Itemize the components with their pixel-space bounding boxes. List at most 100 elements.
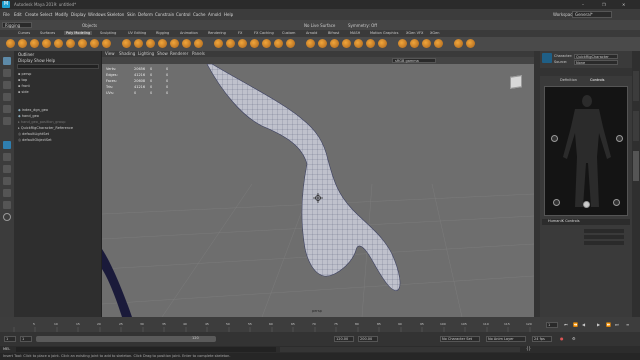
combine-icon[interactable] xyxy=(122,39,131,48)
shelf-tab-custom[interactable]: Custom xyxy=(282,31,295,35)
search-icon[interactable] xyxy=(3,213,11,221)
bridge-icon[interactable] xyxy=(226,39,235,48)
hik-slider[interactable] xyxy=(584,229,624,233)
command-language-label[interactable]: MEL xyxy=(3,347,10,352)
viewport-menu-show[interactable]: Show xyxy=(157,51,168,56)
shelf-tab-sculpting[interactable]: Sculpting xyxy=(100,31,116,35)
separate-icon[interactable] xyxy=(134,39,143,48)
insert-edge-loop-icon[interactable] xyxy=(318,39,327,48)
outliner-item-default-light-set[interactable]: ◎ defaultLightSet xyxy=(18,132,49,137)
menu-display[interactable]: Display xyxy=(71,12,86,17)
append-polygon-icon[interactable] xyxy=(250,39,259,48)
menu-cache[interactable]: Cache xyxy=(193,12,205,17)
hand-mesh[interactable] xyxy=(206,64,401,291)
shelf-tab-rigging[interactable]: Rigging xyxy=(156,31,169,35)
menu-edit[interactable]: Edit xyxy=(14,12,22,17)
live-surface-label[interactable]: No Live Surface xyxy=(304,23,335,28)
hik-hips-button[interactable] xyxy=(583,201,590,208)
shelf-tab-curves[interactable]: Curves xyxy=(18,31,30,35)
source-dropdown[interactable]: None xyxy=(574,60,618,65)
scale-tool-icon[interactable] xyxy=(3,117,11,125)
move-tool-icon[interactable] xyxy=(3,93,11,101)
minimize-button[interactable]: – xyxy=(582,2,584,7)
outliner-menu-display[interactable]: Display xyxy=(18,58,33,63)
shelf-tab-xgen-vfx[interactable]: XGen VFX xyxy=(406,31,423,35)
outliner-item-quickrig-reference[interactable]: ▸ QuickRigCharacter_Reference xyxy=(18,126,73,131)
side-tab-channel-box[interactable] xyxy=(633,71,639,101)
side-tab-attribute-editor[interactable] xyxy=(633,111,639,141)
current-frame-field[interactable]: 1 xyxy=(546,322,558,328)
objects-label[interactable]: Objects xyxy=(82,23,97,28)
menu-help[interactable]: Help xyxy=(224,12,233,17)
max-frame-field[interactable]: 200.00 xyxy=(358,336,378,342)
shelf-tab-xgen[interactable]: XGen xyxy=(430,31,439,35)
poly-cone-icon[interactable] xyxy=(42,39,51,48)
outliner-item-persp[interactable]: ▪ persp xyxy=(18,72,31,77)
mirror-icon[interactable] xyxy=(194,39,203,48)
poly-cube-icon[interactable] xyxy=(18,39,27,48)
menu-arnold[interactable]: Arnold xyxy=(208,12,221,17)
slide-edge-icon[interactable] xyxy=(354,39,363,48)
poly-sphere-icon[interactable] xyxy=(6,39,15,48)
anim-layer-dropdown[interactable]: No Anim Layer xyxy=(486,336,526,342)
boolean-diff-icon[interactable] xyxy=(170,39,179,48)
go-to-end-icon[interactable]: ⏭ xyxy=(615,322,619,327)
poke-icon[interactable] xyxy=(366,39,375,48)
shelf-tab-bifrost[interactable]: Bifrost xyxy=(328,31,339,35)
poly-torus-icon[interactable] xyxy=(54,39,63,48)
humanik-controls-header[interactable]: HumanIK Controls xyxy=(542,219,630,225)
view-cube[interactable] xyxy=(510,75,522,89)
viewport-menu-panels[interactable]: Panels xyxy=(192,51,205,56)
wedge-icon[interactable] xyxy=(378,39,387,48)
anim-prefs-icon[interactable]: ⚙ xyxy=(572,336,576,341)
four-view-layout-icon[interactable] xyxy=(3,153,11,161)
character-figure-panel[interactable] xyxy=(544,86,628,216)
dark-object[interactable] xyxy=(102,249,132,317)
command-input[interactable] xyxy=(16,347,276,352)
mode-dropdown[interactable]: Rigging xyxy=(2,22,32,28)
shelf-tab-motion-graphics[interactable]: Motion Graphics xyxy=(370,31,398,35)
collapse-icon[interactable] xyxy=(286,39,295,48)
lasso-tool-icon[interactable] xyxy=(3,69,11,77)
planar-map-icon[interactable] xyxy=(466,39,475,48)
hik-foot-left-button[interactable] xyxy=(553,199,560,206)
merge-icon[interactable] xyxy=(274,39,283,48)
character-dropdown[interactable]: QuickRigCharacter xyxy=(574,54,618,59)
hik-left-effector-button[interactable] xyxy=(551,135,558,142)
menu-deform[interactable]: Deform xyxy=(138,12,153,17)
boolean-intersect-icon[interactable] xyxy=(182,39,191,48)
go-to-start-icon[interactable]: ⏮ xyxy=(564,322,568,327)
fill-hole-icon[interactable] xyxy=(262,39,271,48)
outliner-search-input[interactable] xyxy=(17,64,99,69)
step-back-icon[interactable]: ◀ xyxy=(582,322,585,327)
hik-foot-right-button[interactable] xyxy=(613,199,620,206)
menu-skeleton[interactable]: Skeleton xyxy=(107,12,124,17)
outliner-item-index-geo[interactable]: ◆ index_dgn_geo xyxy=(18,108,48,113)
select-tool-icon[interactable] xyxy=(3,57,11,65)
script-editor-icon[interactable]: {} xyxy=(526,346,531,351)
bevel-icon[interactable] xyxy=(238,39,247,48)
viewport-panel[interactable]: View Shading Lighting Show Renderer Pane… xyxy=(102,51,534,317)
close-button[interactable]: ✕ xyxy=(622,2,625,7)
poly-cylinder-icon[interactable] xyxy=(30,39,39,48)
step-back-key-icon[interactable]: ⏪ xyxy=(573,322,578,327)
outliner-layout-icon[interactable] xyxy=(3,201,11,209)
tab-definition[interactable]: Definition xyxy=(560,78,577,83)
rotate-tool-icon[interactable] xyxy=(3,105,11,113)
symmetry-label[interactable]: Symmetry: Off xyxy=(348,23,377,28)
boolean-union-icon[interactable] xyxy=(158,39,167,48)
shelf-tab-surfaces[interactable]: Surfaces xyxy=(40,31,55,35)
side-tab-humanik[interactable] xyxy=(633,151,639,181)
shelf-tab-uv-editing[interactable]: UV Editing xyxy=(128,31,146,35)
menu-constrain[interactable]: Constrain xyxy=(155,12,174,17)
menu-create[interactable]: Create xyxy=(25,12,38,17)
viewport-menu-renderer[interactable]: Renderer xyxy=(170,51,188,56)
range-bar[interactable]: 120 xyxy=(36,336,216,342)
maximize-button[interactable]: ❐ xyxy=(602,2,606,7)
shelf-tab-poly-modeling[interactable]: Poly Modeling xyxy=(64,31,93,35)
colorspace-dropdown[interactable]: sRGB gamma xyxy=(392,58,436,63)
outliner-item-position-group[interactable]: ▸ hand_geo_position_group xyxy=(18,120,65,125)
outliner-item-default-object-set[interactable]: ◎ defaultObjectSet xyxy=(18,138,52,143)
outliner-item-side[interactable]: ▪ side xyxy=(18,90,29,95)
shelf-tab-mash[interactable]: MASH xyxy=(350,31,360,35)
